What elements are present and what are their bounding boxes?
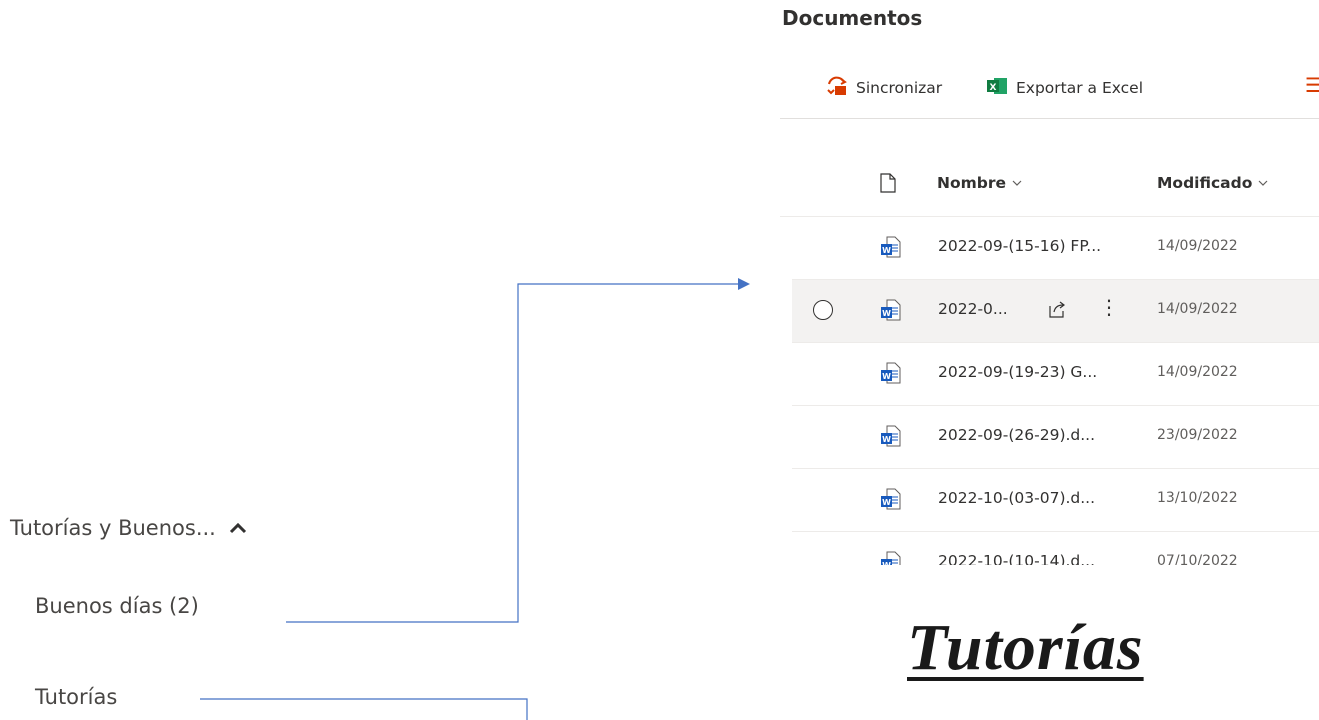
- command-bar: Sincronizar X Exportar a Excel ☰: [780, 60, 1319, 119]
- sync-label: Sincronizar: [856, 79, 943, 97]
- svg-text:W: W: [882, 435, 891, 444]
- file-name[interactable]: 2022-09-(15-16) FP...: [938, 237, 1101, 255]
- modified-date: 14/09/2022: [1157, 238, 1238, 254]
- table-row[interactable]: W 2022-0... ⋮ 14/09/2022: [792, 280, 1319, 343]
- modified-date: 13/10/2022: [1157, 490, 1238, 506]
- chevron-up-icon[interactable]: [228, 516, 248, 540]
- word-doc-icon: W: [881, 425, 901, 451]
- word-doc-icon: W: [881, 551, 901, 565]
- excel-icon: X: [986, 75, 1008, 101]
- nav-item-buenos-dias[interactable]: Buenos días (2): [35, 594, 199, 618]
- documents-panel: Documentos Sincronizar X Exportar a Exce…: [780, 0, 1319, 565]
- sync-button[interactable]: Sincronizar: [826, 76, 942, 100]
- svg-text:W: W: [882, 309, 891, 318]
- export-excel-button[interactable]: X Exportar a Excel: [986, 76, 1143, 100]
- svg-text:W: W: [882, 372, 891, 381]
- sync-icon: [826, 75, 848, 101]
- connector-line-tutorias: [200, 698, 528, 720]
- more-options-icon[interactable]: ⋮: [1099, 296, 1119, 318]
- file-name[interactable]: 2022-0...: [938, 300, 1008, 318]
- file-type-icon[interactable]: [880, 173, 896, 197]
- file-name[interactable]: 2022-09-(26-29).d...: [938, 426, 1095, 444]
- view-options-icon[interactable]: ☰: [1305, 74, 1319, 96]
- file-name[interactable]: 2022-10-(10-14).d...: [938, 552, 1095, 565]
- word-doc-icon: W: [881, 362, 901, 388]
- word-doc-icon: W: [881, 299, 901, 325]
- column-modified-header[interactable]: Modificado: [1157, 174, 1268, 192]
- modified-date: 23/09/2022: [1157, 427, 1238, 443]
- file-name[interactable]: 2022-09-(19-23) G...: [938, 363, 1097, 381]
- svg-text:W: W: [882, 561, 891, 565]
- column-name-label: Nombre: [937, 174, 1007, 192]
- export-label: Exportar a Excel: [1016, 79, 1144, 97]
- arrowhead-icon: [738, 278, 750, 290]
- word-doc-icon: W: [881, 488, 901, 514]
- column-modified-label: Modificado: [1157, 174, 1253, 192]
- column-name-header[interactable]: Nombre: [937, 174, 1022, 192]
- table-row[interactable]: W 2022-09-(15-16) FP... 14/09/2022: [792, 217, 1319, 280]
- modified-date: 14/09/2022: [1157, 364, 1238, 380]
- svg-text:X: X: [990, 83, 997, 93]
- chevron-down-icon: [1012, 174, 1022, 192]
- word-doc-icon: W: [881, 236, 901, 262]
- modified-date: 14/09/2022: [1157, 301, 1238, 317]
- library-title: Documentos: [782, 6, 923, 30]
- nav-section-tutorias-y-buenos[interactable]: Tutorías y Buenos...: [10, 516, 248, 540]
- connector-line-buenos-dias: [286, 283, 738, 623]
- row-select-radio[interactable]: [813, 300, 833, 320]
- nav-item-tutorias[interactable]: Tutorías: [35, 685, 117, 709]
- column-header-row: Nombre Modificado: [780, 156, 1319, 217]
- table-row[interactable]: W 2022-10-(10-14).d... 07/10/2022: [792, 532, 1319, 565]
- nav-section-label: Tutorías y Buenos...: [10, 516, 216, 540]
- table-row[interactable]: W 2022-09-(26-29).d... 23/09/2022: [792, 406, 1319, 469]
- chevron-down-icon: [1258, 174, 1268, 192]
- svg-text:W: W: [882, 498, 891, 507]
- section-heading: Tutorías: [907, 611, 1144, 684]
- file-name[interactable]: 2022-10-(03-07).d...: [938, 489, 1095, 507]
- share-icon[interactable]: [1047, 300, 1067, 324]
- table-row[interactable]: W 2022-09-(19-23) G... 14/09/2022: [792, 343, 1319, 406]
- modified-date: 07/10/2022: [1157, 553, 1238, 565]
- svg-text:W: W: [882, 246, 891, 255]
- table-row[interactable]: W 2022-10-(03-07).d... 13/10/2022: [792, 469, 1319, 532]
